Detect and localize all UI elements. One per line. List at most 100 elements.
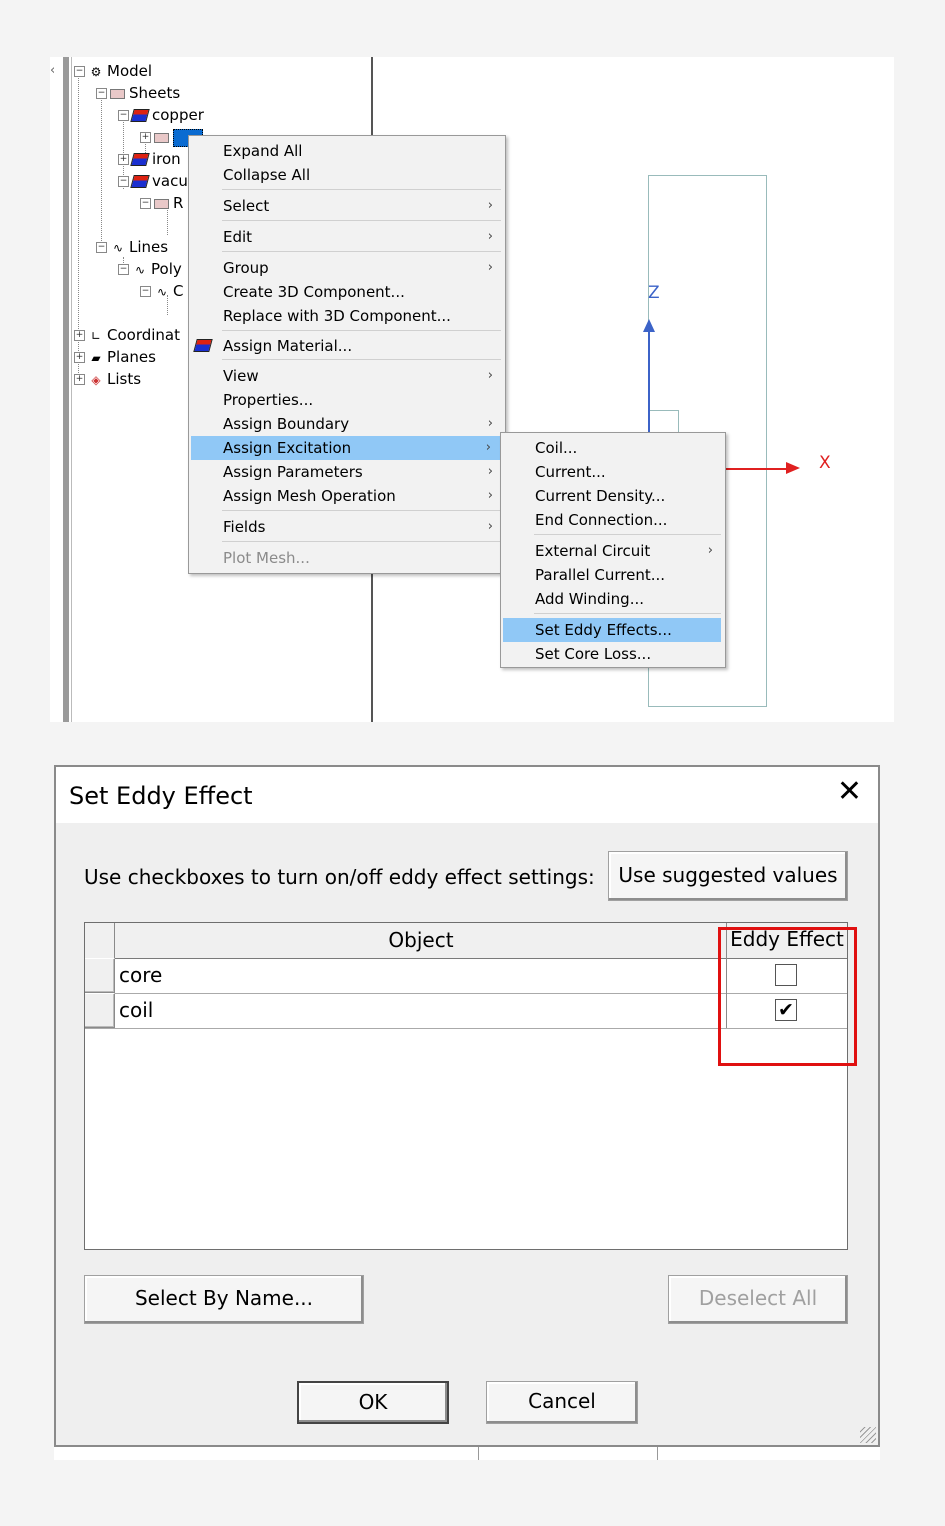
tree-item-copper[interactable]: − copper [118,106,204,124]
resize-grip-icon[interactable] [860,1427,876,1443]
tree-item-r[interactable]: − R [140,194,183,212]
menu-plot-mesh: Plot Mesh... [223,549,310,567]
chevron-right-icon: › [487,488,493,503]
menu-assign-parameters[interactable]: Assign Parameters › [189,460,503,484]
submenu-coil[interactable]: Coil... [501,436,723,460]
menu-select[interactable]: Select › [189,194,503,218]
dialog-titlebar[interactable]: Set Eddy Effect ✕ [56,767,878,823]
menu-expand-all[interactable]: Expand All [189,139,503,163]
tree-item-lists[interactable]: + ◈ Lists [74,370,141,389]
chevron-right-icon: › [487,416,493,431]
material-icon [130,153,150,166]
set-eddy-effect-dialog: Set Eddy Effect ✕ Use checkboxes to turn… [54,765,880,1447]
menu-separator [534,534,721,535]
object-name-cell: coil [119,998,154,1022]
tree-item-c[interactable]: − ∿ C [140,282,183,301]
excitation-submenu: Coil... Current... Current Density... En… [500,432,726,668]
gutter-splitter[interactable] [63,57,69,722]
tree-item-poly[interactable]: − ∿ Poly [118,260,182,279]
eddy-effect-checkbox-coil[interactable]: ✔ [775,999,797,1021]
use-suggested-values-button[interactable]: Use suggested values [608,851,848,901]
z-axis-label: Z [648,283,660,303]
submenu-end-connection[interactable]: End Connection... [501,508,723,532]
menu-assign-mesh-operation[interactable]: Assign Mesh Operation › [189,484,503,508]
context-menu: Expand All Collapse All Select › Edit › Gr… [188,135,506,574]
collapse-icon[interactable]: − [140,198,151,209]
submenu-parallel-current[interactable]: Parallel Current... [501,563,723,587]
menu-separator [222,251,501,252]
ok-button[interactable]: OK [297,1381,449,1424]
collapse-icon[interactable]: − [118,110,129,121]
expand-icon[interactable]: + [118,154,129,165]
menu-view[interactable]: View › [189,364,503,388]
expand-icon[interactable]: + [140,132,151,143]
submenu-external-circuit[interactable]: External Circuit › [501,539,723,563]
collapse-arrow-icon[interactable]: ‹ [50,63,55,78]
menu-replace-3d-component[interactable]: Replace with 3D Component... [189,304,503,328]
collapse-icon[interactable]: − [118,264,129,275]
submenu-set-eddy-effects[interactable]: Set Eddy Effects... [503,618,721,642]
eddy-effect-table: Object Eddy Effect core coil ✔ [84,922,848,1250]
expand-icon[interactable]: + [74,352,85,363]
close-icon[interactable]: ✕ [837,777,862,807]
submenu-add-winding[interactable]: Add Winding... [501,587,723,611]
row-header-cell[interactable] [85,993,115,1028]
modeler-window-screenshot: ‹ − ⚙ Model − Sheets − copper + + iron − vacu [50,57,894,722]
checkmark-icon: ✔ [778,999,794,1021]
collapse-icon[interactable]: − [118,176,129,187]
tree-item-coordinates[interactable]: + ∟ Coordinat [74,326,180,345]
chevron-right-icon: › [487,464,493,479]
menu-create-3d-component[interactable]: Create 3D Component... [189,280,503,304]
submenu-current[interactable]: Current... [501,460,723,484]
collapse-icon[interactable]: − [96,88,107,99]
menu-properties[interactable]: Properties... [189,388,503,412]
expand-icon[interactable]: + [74,374,85,385]
collapse-icon[interactable]: − [74,66,85,77]
tree-item-iron[interactable]: + iron [118,150,181,168]
eddy-effect-cell [726,958,847,993]
tree-item-model[interactable]: − ⚙ Model [74,62,152,81]
polyline-icon: ∿ [112,240,124,255]
collapse-icon[interactable]: − [96,242,107,253]
cancel-button[interactable]: Cancel [486,1381,638,1424]
menu-separator [222,359,501,360]
menu-fields[interactable]: Fields › [189,515,503,539]
chevron-right-icon: › [707,543,713,558]
menu-edit[interactable]: Edit › [189,225,503,249]
eddy-effect-checkbox-core[interactable] [775,964,797,986]
menu-separator [534,613,721,614]
polyline-icon: ∿ [156,284,168,299]
polyline-icon: ∿ [134,262,146,277]
corner-header-cell [85,923,115,958]
menu-separator [222,510,501,511]
chevron-right-icon: › [487,229,493,244]
table-row[interactable]: coil ✔ [85,993,847,1029]
collapse-icon[interactable]: − [140,286,151,297]
submenu-set-core-loss[interactable]: Set Core Loss... [501,642,723,666]
menu-group[interactable]: Group › [189,256,503,280]
tree-item-vacuum[interactable]: − vacu [118,172,188,190]
column-header-eddy-effect[interactable]: Eddy Effect [726,923,847,958]
left-gutter: ‹ [50,57,72,722]
sheet-icon [154,198,169,209]
row-header-cell[interactable] [85,958,115,993]
select-by-name-button[interactable]: Select By Name... [84,1275,364,1324]
menu-collapse-all[interactable]: Collapse All [189,163,503,187]
menu-assign-excitation[interactable]: Assign Excitation › [191,436,501,460]
z-axis-arrow-icon [643,319,655,332]
tree-item-sheets[interactable]: − Sheets [96,84,180,102]
table-row[interactable]: core [85,958,847,994]
eddy-effect-cell: ✔ [726,993,847,1028]
expand-icon[interactable]: + [74,330,85,341]
menu-separator [222,330,501,331]
submenu-current-density[interactable]: Current Density... [501,484,723,508]
tree-item-lines[interactable]: − ∿ Lines [96,238,168,257]
material-icon [130,109,150,122]
sheet-icon [110,88,125,99]
menu-assign-boundary[interactable]: Assign Boundary › [189,412,503,436]
column-header-object[interactable]: Object [116,928,726,952]
tree-item-planes[interactable]: + ▰ Planes [74,348,156,367]
table-header: Object Eddy Effect [85,923,847,959]
strip-divider [478,1447,479,1460]
menu-assign-material[interactable]: Assign Material... [189,334,503,358]
